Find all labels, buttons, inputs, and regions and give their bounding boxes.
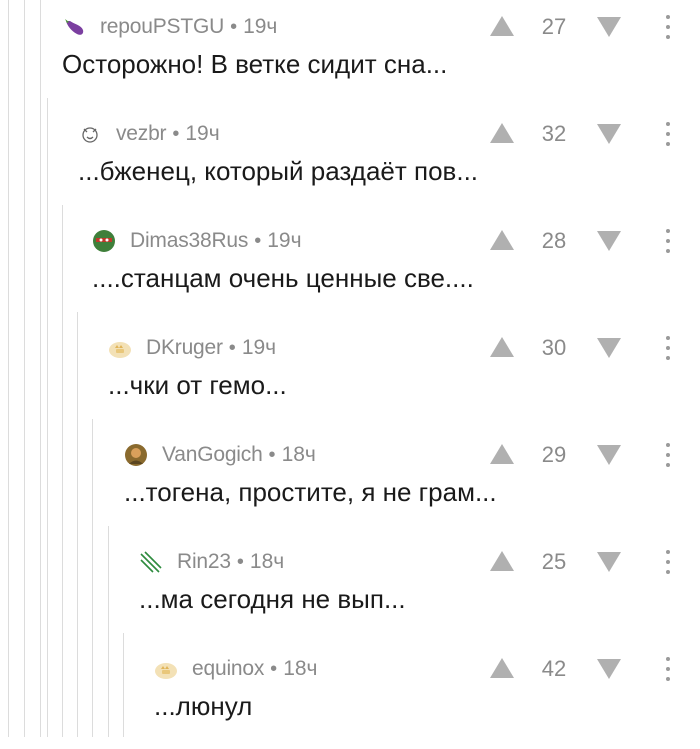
sketch-avatar-icon[interactable] xyxy=(78,122,102,146)
comment-meta: VanGogich • 18ч xyxy=(124,442,316,468)
comment-meta: Dimas38Rus • 19ч xyxy=(92,228,302,254)
author-name[interactable]: equinox xyxy=(192,657,264,681)
timestamp[interactable]: 19ч xyxy=(267,229,301,253)
comment-meta: equinox • 18ч xyxy=(154,656,318,682)
downvote-icon[interactable] xyxy=(596,123,622,145)
author-name[interactable]: VanGogich xyxy=(162,443,263,467)
separator: • xyxy=(236,550,244,573)
rating-count: 32 xyxy=(541,121,567,146)
rating-count: 42 xyxy=(541,656,567,681)
default-avatar-icon[interactable] xyxy=(154,657,178,681)
timestamp[interactable]: 18ч xyxy=(250,550,284,574)
comment-meta: DKruger • 19ч xyxy=(108,335,276,361)
upvote-icon[interactable] xyxy=(489,549,515,573)
upvote-icon[interactable] xyxy=(489,14,515,38)
upvote-icon[interactable] xyxy=(489,121,515,145)
comment: DKruger • 19ч ...чки от гемо... 30 xyxy=(0,321,700,428)
timestamp[interactable]: 19ч xyxy=(243,15,277,39)
author-name[interactable]: DKruger xyxy=(146,336,223,360)
separator: • xyxy=(254,229,262,252)
comment-text: ...бженец, который раздаёт пов... xyxy=(78,156,479,186)
timestamp[interactable]: 18ч xyxy=(283,657,317,681)
author-name[interactable]: vezbr xyxy=(116,122,167,146)
separator: • xyxy=(228,336,236,359)
default-avatar-icon[interactable] xyxy=(108,336,132,360)
comment-meta: repouPSTGU • 19ч xyxy=(62,14,277,40)
comment: Rin23 • 18ч ...ма сегодня не вып... 25 xyxy=(0,535,700,642)
comment-text: Осторожно! В ветке сидит сна... xyxy=(62,49,448,79)
rating-count: 27 xyxy=(541,14,567,39)
comment-text: ...ма сегодня не вып... xyxy=(139,584,406,614)
comment-text: ...чки от гемо... xyxy=(108,370,287,400)
upvote-icon[interactable] xyxy=(489,335,515,359)
comment: equinox • 18ч ...люнул 42 xyxy=(0,642,700,749)
author-name[interactable]: repouPSTGU xyxy=(100,15,224,39)
comment: repouPSTGU • 19ч Осторожно! В ветке сиди… xyxy=(0,0,700,107)
timestamp[interactable]: 19ч xyxy=(242,336,276,360)
rating-count: 29 xyxy=(541,442,567,467)
more-options-icon[interactable] xyxy=(658,226,678,256)
upvote-icon[interactable] xyxy=(489,228,515,252)
more-options-icon[interactable] xyxy=(658,547,678,577)
separator: • xyxy=(270,657,278,680)
downvote-icon[interactable] xyxy=(596,551,622,573)
comment-text: ...люнул xyxy=(154,691,253,721)
comment: VanGogich • 18ч ...тогена, простите, я н… xyxy=(0,428,700,535)
comment-meta: Rin23 • 18ч xyxy=(139,549,284,575)
upvote-icon[interactable] xyxy=(489,442,515,466)
more-options-icon[interactable] xyxy=(658,12,678,42)
eggplant-icon[interactable] xyxy=(62,15,86,39)
rating-count: 30 xyxy=(541,335,567,360)
rating-count: 28 xyxy=(541,228,567,253)
upvote-icon[interactable] xyxy=(489,656,515,680)
more-options-icon[interactable] xyxy=(658,654,678,684)
more-options-icon[interactable] xyxy=(658,119,678,149)
rating-count: 25 xyxy=(541,549,567,574)
separator: • xyxy=(172,122,180,145)
claw-avatar-icon[interactable] xyxy=(139,550,163,574)
turtle-avatar-icon[interactable] xyxy=(92,229,116,253)
comment-text: ....станцам очень ценные све.... xyxy=(92,263,474,293)
downvote-icon[interactable] xyxy=(596,230,622,252)
comment: vezbr • 19ч ...бженец, который раздаёт п… xyxy=(0,107,700,214)
comment: Dimas38Rus • 19ч ....станцам очень ценны… xyxy=(0,214,700,321)
author-name[interactable]: Rin23 xyxy=(177,550,231,574)
separator: • xyxy=(268,443,276,466)
comment-meta: vezbr • 19ч xyxy=(78,121,220,147)
more-options-icon[interactable] xyxy=(658,440,678,470)
downvote-icon[interactable] xyxy=(596,658,622,680)
downvote-icon[interactable] xyxy=(596,444,622,466)
timestamp[interactable]: 19ч xyxy=(185,122,219,146)
portrait-avatar-icon[interactable] xyxy=(124,443,148,467)
more-options-icon[interactable] xyxy=(658,333,678,363)
downvote-icon[interactable] xyxy=(596,337,622,359)
timestamp[interactable]: 18ч xyxy=(282,443,316,467)
author-name[interactable]: Dimas38Rus xyxy=(130,229,248,253)
downvote-icon[interactable] xyxy=(596,16,622,38)
comment-text: ...тогена, простите, я не грам... xyxy=(124,477,497,507)
separator: • xyxy=(230,15,238,38)
